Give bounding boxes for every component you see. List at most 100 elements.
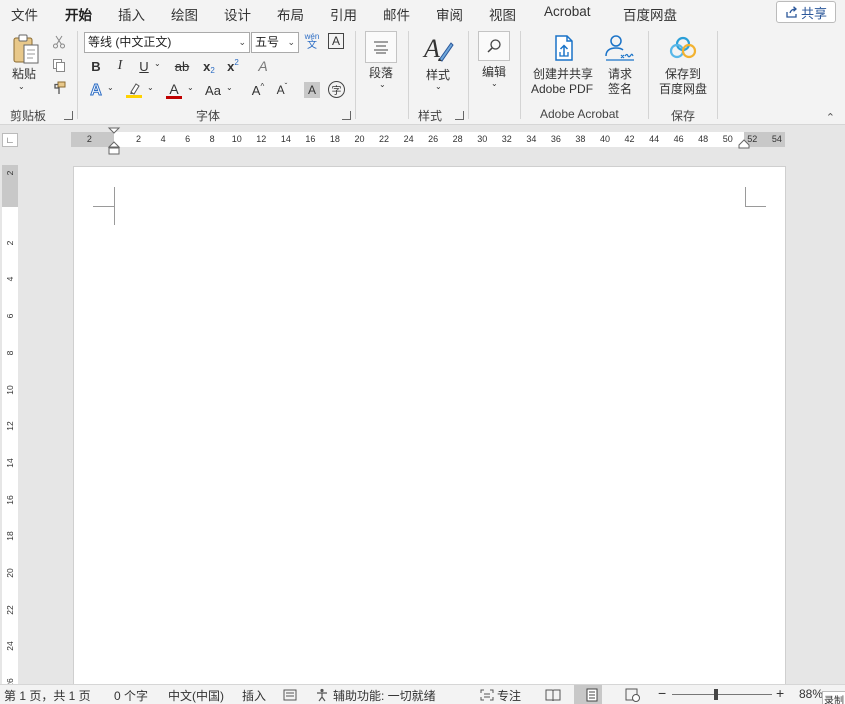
tab-stop-selector-icon[interactable]: ∟ xyxy=(2,133,18,147)
underline-button[interactable]: U xyxy=(136,57,152,75)
document-page[interactable] xyxy=(73,166,786,686)
svg-text:A: A xyxy=(422,34,440,63)
font-size-select[interactable]: 五号 ⌄ xyxy=(251,32,299,53)
print-layout-icon[interactable] xyxy=(586,688,598,702)
tab-draw[interactable]: 绘图 xyxy=(171,4,198,24)
shrink-font-button[interactable]: Aˇ xyxy=(273,80,291,100)
page-count[interactable]: 第 1 页，共 1 页 xyxy=(4,687,91,704)
editing-dropdown-icon[interactable]: ⌄ xyxy=(491,79,498,88)
web-layout-icon[interactable] xyxy=(625,688,641,702)
copy-button[interactable] xyxy=(50,56,68,74)
margin-corner-top-right xyxy=(745,187,766,207)
collapse-ribbon-icon[interactable]: ⌃ xyxy=(826,111,835,124)
change-case-dropdown-icon[interactable]: ⌄ xyxy=(226,83,233,92)
create-pdf-button[interactable] xyxy=(551,33,577,63)
font-color-button[interactable]: A xyxy=(164,80,184,100)
zoom-out-button[interactable]: − xyxy=(658,685,666,701)
macro-record-icon[interactable] xyxy=(283,689,297,701)
format-painter-button[interactable] xyxy=(50,79,68,97)
zoom-slider[interactable] xyxy=(672,694,772,695)
tab-file[interactable]: 文件 xyxy=(11,4,38,24)
share-pdf-icon xyxy=(555,35,573,61)
ruler-tick-label: 14 xyxy=(280,134,291,144)
text-effects-button[interactable]: A xyxy=(87,81,105,101)
focus-icon[interactable] xyxy=(480,689,494,701)
cut-button[interactable] xyxy=(50,33,68,51)
ruler-tick-label: 28 xyxy=(452,134,463,144)
superscript-button[interactable]: x2 xyxy=(224,57,242,75)
paste-button[interactable] xyxy=(8,33,44,67)
ribbon: 粘贴 ⌄ 剪贴板 等线 (中文正文) ⌄ 五号 ⌄ wén 文 A B I U ⌄ … xyxy=(0,25,845,125)
right-indent-marker-icon[interactable] xyxy=(737,138,751,150)
share-button[interactable]: 共享 xyxy=(776,1,836,23)
zoom-slider-thumb[interactable] xyxy=(714,689,718,700)
char-border-button[interactable]: A xyxy=(328,33,344,49)
tab-references[interactable]: 引用 xyxy=(330,4,357,24)
zoom-in-button[interactable]: + xyxy=(776,685,784,701)
highlighter-icon xyxy=(126,83,142,98)
tab-view[interactable]: 视图 xyxy=(489,4,516,24)
ruler-tick-label: 44 xyxy=(649,134,660,144)
indent-marker-icon[interactable] xyxy=(107,127,121,156)
baidu-cloud-icon xyxy=(669,36,697,59)
italic-button[interactable]: I xyxy=(112,57,128,75)
tab-layout[interactable]: 布局 xyxy=(277,4,304,24)
accessibility-icon[interactable] xyxy=(315,688,329,702)
save-to-baidu-label-2: 百度网盘 xyxy=(659,82,708,96)
share-label: 共享 xyxy=(800,5,827,21)
save-group-label: 保存 xyxy=(671,109,696,123)
word-count[interactable]: 0 个字 xyxy=(114,687,148,704)
ruler-tick-label: 50 xyxy=(722,134,733,144)
clear-formatting-button[interactable]: A xyxy=(254,56,272,76)
zoom-level[interactable]: 88% xyxy=(799,687,823,701)
paragraph-button[interactable] xyxy=(365,31,397,63)
tab-mailings[interactable]: 邮件 xyxy=(383,4,410,24)
tab-review[interactable]: 审阅 xyxy=(436,4,463,24)
language-indicator[interactable]: 中文(中国) xyxy=(168,687,224,704)
bold-button[interactable]: B xyxy=(88,57,104,75)
request-signature-button[interactable] xyxy=(603,33,635,63)
styles-dropdown-icon[interactable]: ⌄ xyxy=(435,82,442,91)
vertical-ruler-tick-label: 20 xyxy=(5,568,15,578)
tab-insert[interactable]: 插入 xyxy=(118,4,145,24)
clipboard-launcher-icon[interactable] xyxy=(64,111,73,120)
insert-mode[interactable]: 插入 xyxy=(242,687,266,704)
menu-bar: 文件 开始 插入 绘图 设计 布局 引用 邮件 审阅 视图 Acrobat 百度… xyxy=(0,0,845,29)
paste-dropdown-icon[interactable]: ⌄ xyxy=(18,82,25,91)
font-name-select[interactable]: 等线 (中文正文) ⌄ xyxy=(84,32,250,53)
ruler-tick-label: 16 xyxy=(305,134,316,144)
tab-design[interactable]: 设计 xyxy=(224,4,251,24)
change-case-button[interactable]: Aa xyxy=(203,81,223,99)
tab-baidu[interactable]: 百度网盘 xyxy=(623,4,677,24)
phonetic-guide-button[interactable]: wén 文 xyxy=(303,30,321,52)
enclose-characters-button[interactable]: 字 xyxy=(328,81,345,98)
copy-icon xyxy=(53,59,65,72)
text-effects-dropdown-icon[interactable]: ⌄ xyxy=(107,83,114,92)
tab-home[interactable]: 开始 xyxy=(65,4,92,29)
tab-acrobat[interactable]: Acrobat xyxy=(544,4,591,19)
char-shading-button[interactable]: A xyxy=(304,82,320,98)
ruler-tick-label: 32 xyxy=(501,134,512,144)
focus-label[interactable]: 专注 xyxy=(497,687,521,704)
grow-font-button[interactable]: A ^ xyxy=(249,80,267,100)
editing-button[interactable] xyxy=(478,31,510,61)
request-signature-label-1: 请求 xyxy=(608,67,633,81)
font-color-swatch xyxy=(166,95,182,99)
paragraph-dropdown-icon[interactable]: ⌄ xyxy=(379,80,386,89)
accessibility-status[interactable]: 辅助功能: 一切就绪 xyxy=(333,687,436,704)
styles-button[interactable]: A xyxy=(420,31,456,65)
save-to-baidu-button[interactable] xyxy=(668,35,698,61)
highlight-dropdown-icon[interactable]: ⌄ xyxy=(147,83,154,92)
styles-launcher-icon[interactable] xyxy=(455,111,464,120)
vertical-ruler-tick-label: 2 xyxy=(5,170,15,176)
underline-dropdown-icon[interactable]: ⌄ xyxy=(154,59,161,68)
save-to-baidu-label-1: 保存到 xyxy=(665,67,702,81)
strikethrough-button[interactable]: ab xyxy=(172,57,192,75)
subscript-button[interactable]: x2 xyxy=(200,57,218,75)
font-launcher-icon[interactable] xyxy=(342,111,351,120)
read-mode-icon[interactable] xyxy=(545,688,561,702)
font-color-dropdown-icon[interactable]: ⌄ xyxy=(187,83,194,92)
highlight-button[interactable] xyxy=(124,80,144,100)
vertical-ruler-tick-label: 16 xyxy=(5,494,15,505)
record-button[interactable]: 录制 xyxy=(822,691,845,704)
